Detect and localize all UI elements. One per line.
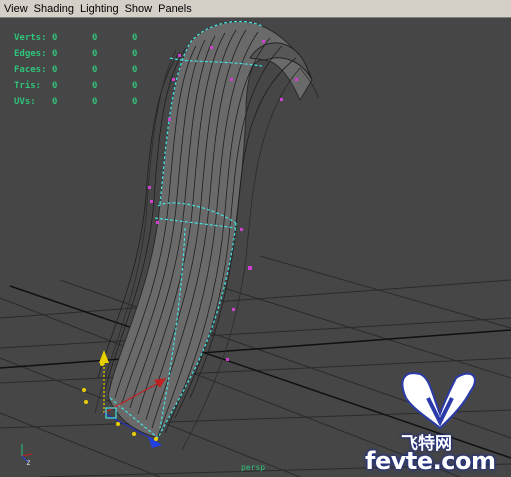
hud-label: Faces:	[14, 65, 47, 75]
menu-shading[interactable]: Shading	[34, 0, 74, 18]
hud-value: 0	[132, 81, 138, 91]
hud-value: 0	[92, 33, 98, 43]
hud-row-uvs: UVs: 0 0 0	[14, 94, 172, 110]
hud-value: 0	[92, 49, 98, 59]
hud-value: 0	[92, 97, 98, 107]
origin-axis-gizmo: z	[21, 444, 33, 467]
hud-row-edges: Edges: 0 0 0	[14, 46, 172, 62]
menu-view[interactable]: View	[4, 0, 28, 18]
hud-value: 0	[52, 33, 58, 43]
hud-row-tris: Tris: 0 0 0	[14, 78, 172, 94]
hud-value: 0	[92, 65, 98, 75]
maya-viewport-window: View Shading Lighting Show Panels z Vert…	[0, 0, 511, 477]
hud-row-verts: Verts: 0 0 0	[14, 30, 172, 46]
hud-label: Edges:	[14, 49, 47, 59]
watermark-url: fevte.com	[365, 447, 496, 475]
panel-menu-bar: View Shading Lighting Show Panels	[0, 0, 511, 18]
watermark: 飞特网 fevte.com	[365, 377, 505, 477]
hud-value: 0	[52, 65, 58, 75]
hud-value: 0	[132, 65, 138, 75]
hud-row-faces: Faces: 0 0 0	[14, 62, 172, 78]
hud-value: 0	[52, 49, 58, 59]
menu-show[interactable]: Show	[125, 0, 153, 18]
perspective-viewport[interactable]: z Verts: 0 0 0 Edges: 0 0 0 Faces: 0 0 0…	[0, 18, 511, 477]
hud-value: 0	[132, 97, 138, 107]
hud-label: UVs:	[14, 97, 36, 107]
menu-panels[interactable]: Panels	[158, 0, 192, 18]
axis-label: z	[26, 458, 31, 467]
hud-value: 0	[52, 81, 58, 91]
hud-label: Verts:	[14, 33, 47, 43]
hud-label: Tris:	[14, 81, 42, 91]
poly-count-hud: Verts: 0 0 0 Edges: 0 0 0 Faces: 0 0 0 T…	[14, 30, 172, 110]
hud-value: 0	[132, 33, 138, 43]
menu-lighting[interactable]: Lighting	[80, 0, 119, 18]
hud-value: 0	[52, 97, 58, 107]
hud-value: 0	[92, 81, 98, 91]
camera-name-label: persp	[241, 463, 266, 472]
hud-value: 0	[132, 49, 138, 59]
